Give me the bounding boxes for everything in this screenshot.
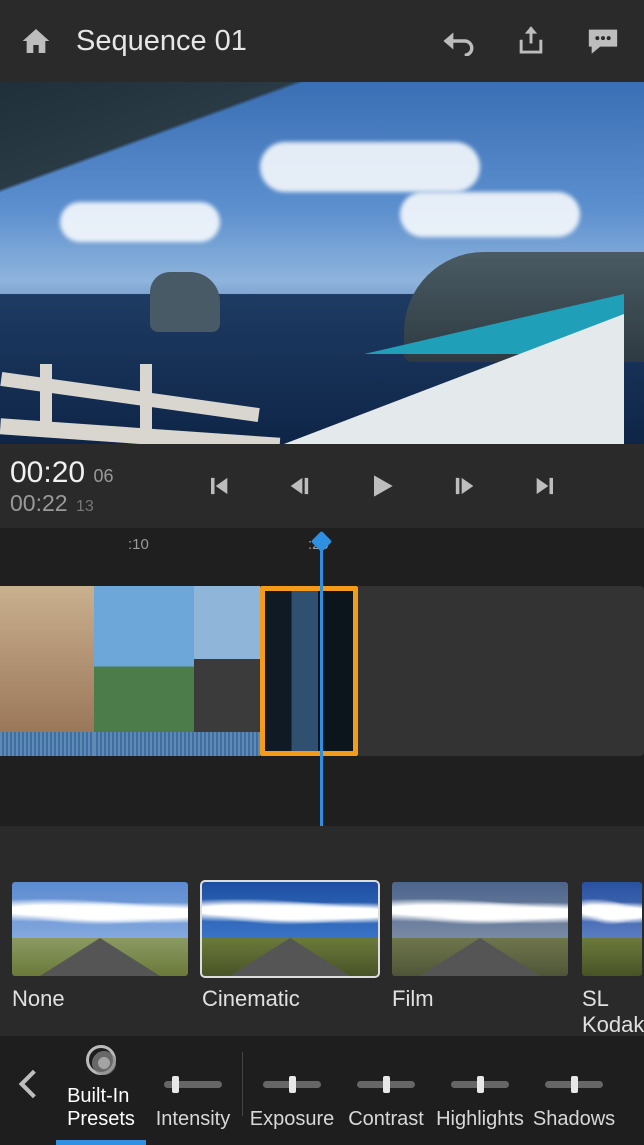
timecode: 00:20 06 00:22 13 (0, 456, 160, 517)
preset-label: None (12, 986, 188, 1012)
shadows-control[interactable]: Shadows (527, 1036, 621, 1131)
preset-sl-kodak[interactable]: SL Kodak (582, 882, 642, 1036)
exposure-label: Exposure (250, 1108, 335, 1131)
contrast-label: Contrast (348, 1108, 424, 1131)
preset-label: Film (392, 986, 568, 1012)
undo-icon (442, 26, 476, 56)
undo-button[interactable] (442, 24, 476, 58)
playback-bar: 00:20 06 00:22 13 (0, 444, 644, 528)
duration-time: 00:22 (10, 490, 68, 516)
preset-film[interactable]: Film (392, 882, 568, 1036)
speech-bubble-icon (586, 26, 620, 56)
home-icon (20, 25, 52, 57)
skip-forward-button[interactable] (528, 468, 564, 504)
separator (242, 1052, 243, 1116)
duration-frames: 13 (76, 498, 94, 515)
skip-back-icon (204, 472, 232, 500)
share-button[interactable] (514, 24, 548, 58)
frame-forward-icon (450, 472, 478, 500)
transport-controls (160, 468, 604, 504)
play-button[interactable] (364, 468, 400, 504)
exposure-control[interactable]: Exposure (245, 1036, 339, 1131)
feedback-button[interactable] (586, 24, 620, 58)
builtin-presets-tab[interactable]: Built-InPresets (56, 1036, 146, 1131)
current-frames: 06 (94, 466, 114, 486)
back-button[interactable] (0, 1036, 56, 1131)
sequence-title: Sequence 01 (76, 25, 442, 58)
contrast-control[interactable]: Contrast (339, 1036, 433, 1131)
frame-back-icon (286, 472, 314, 500)
intensity-label: Intensity (156, 1108, 230, 1131)
preset-none[interactable]: None (12, 882, 188, 1036)
adjustments-bar: Built-InPresets Intensity Exposure Contr… (0, 1036, 644, 1145)
timeline[interactable]: :10 :20 (0, 528, 644, 826)
frame-forward-button[interactable] (446, 468, 482, 504)
share-icon (516, 25, 546, 57)
spacer (0, 826, 644, 868)
preset-label: Cinematic (202, 986, 378, 1012)
clip[interactable] (194, 586, 260, 756)
header-actions (442, 24, 620, 58)
skip-forward-icon (532, 472, 560, 500)
highlights-label: Highlights (436, 1108, 524, 1131)
ruler-tick: :10 (128, 536, 149, 553)
preset-strip[interactable]: None Cinematic Film SL Kodak (0, 868, 644, 1036)
intensity-control[interactable]: Intensity (146, 1036, 240, 1131)
current-time: 00:20 (10, 456, 85, 490)
empty-track[interactable] (358, 586, 644, 756)
home-button[interactable] (18, 23, 54, 59)
highlights-control[interactable]: Highlights (433, 1036, 527, 1131)
video-preview[interactable] (0, 82, 644, 444)
frame-back-button[interactable] (282, 468, 318, 504)
clip[interactable] (94, 586, 194, 756)
app-header: Sequence 01 (0, 0, 644, 82)
shadows-label: Shadows (533, 1108, 615, 1131)
chevron-left-icon (18, 1068, 38, 1100)
presets-icon (86, 1045, 116, 1075)
preset-label: SL Kodak (582, 986, 642, 1036)
preset-cinematic[interactable]: Cinematic (202, 882, 378, 1036)
clip-selected[interactable] (260, 586, 358, 756)
playhead[interactable] (320, 536, 323, 826)
play-icon (366, 470, 398, 502)
builtin-presets-label: Built-InPresets (67, 1085, 135, 1131)
clip[interactable] (0, 586, 94, 756)
skip-back-button[interactable] (200, 468, 236, 504)
